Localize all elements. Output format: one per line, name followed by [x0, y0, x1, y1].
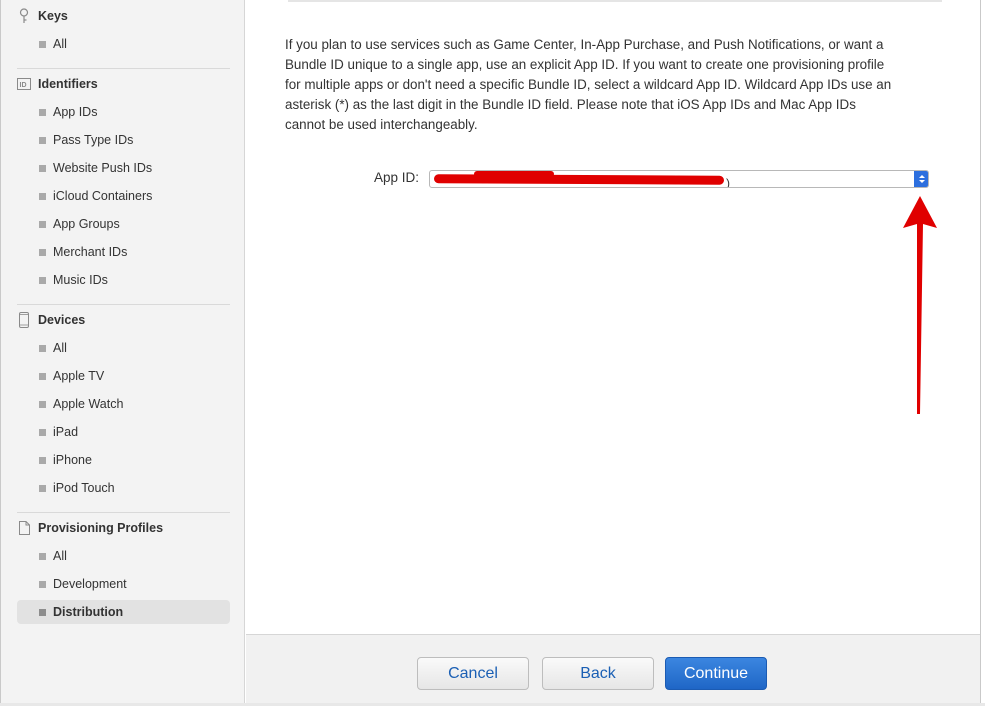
sidebar-section-keys: Keys All	[17, 0, 230, 60]
section-title: Devices	[38, 313, 86, 327]
sidebar-item-label: Merchant IDs	[53, 245, 128, 259]
continue-button[interactable]: Continue	[665, 657, 767, 690]
sidebar-item-keys-all[interactable]: All	[17, 32, 230, 56]
chevron-up-icon	[918, 175, 925, 178]
sidebar-item-label: iPad	[53, 425, 79, 439]
back-button[interactable]: Back	[542, 657, 654, 690]
app-id-value: )	[726, 176, 730, 188]
bullet-icon	[39, 109, 46, 116]
sidebar-item-label: Website Push IDs	[53, 161, 153, 175]
sidebar-item-apple-tv[interactable]: Apple TV	[17, 364, 230, 388]
footer-bar: Cancel Back Continue	[246, 634, 980, 703]
sidebar-item-ipad[interactable]: iPad	[17, 420, 230, 444]
bullet-icon	[39, 345, 46, 352]
sidebar-item-label: Pass Type IDs	[53, 133, 134, 147]
bullet-icon	[39, 373, 46, 380]
top-divider	[288, 0, 942, 2]
section-header-devices[interactable]: Devices	[17, 304, 230, 336]
key-icon	[17, 8, 31, 24]
sidebar-item-label: iPhone	[53, 453, 92, 467]
sidebar-item-label: All	[53, 549, 67, 563]
id-icon: ID	[17, 76, 31, 92]
cancel-button[interactable]: Cancel	[417, 657, 529, 690]
app-id-label: App ID:	[374, 170, 420, 185]
sidebar-item-distribution[interactable]: Distribution	[17, 600, 230, 624]
app-id-select[interactable]: )	[429, 170, 929, 188]
sidebar-item-label: Distribution	[53, 605, 124, 619]
app-id-description: If you plan to use services such as Game…	[285, 37, 892, 132]
bullet-icon	[39, 277, 46, 284]
bullet-icon	[39, 429, 46, 436]
sidebar-item-icloud-containers[interactable]: iCloud Containers	[17, 184, 230, 208]
sidebar-item-label: App Groups	[53, 217, 120, 231]
sidebar-item-label: Apple TV	[53, 369, 105, 383]
section-header-provisioning-profiles[interactable]: Provisioning Profiles	[17, 512, 230, 544]
redaction-mark	[433, 174, 725, 185]
sidebar-item-development[interactable]: Development	[17, 572, 230, 596]
sidebar-item-label: iCloud Containers	[53, 189, 153, 203]
sidebar-item-apple-watch[interactable]: Apple Watch	[17, 392, 230, 416]
sidebar-item-label: App IDs	[53, 105, 98, 119]
bullet-icon	[39, 221, 46, 228]
window-border-right	[980, 0, 981, 706]
device-icon	[17, 312, 31, 328]
sidebar-item-label: Development	[53, 577, 127, 591]
bullet-icon	[39, 41, 46, 48]
sidebar-item-music-ids[interactable]: Music IDs	[17, 268, 230, 292]
sidebar-section-provisioning-profiles: Provisioning Profiles All Development Di…	[17, 512, 230, 628]
svg-text:ID: ID	[20, 82, 27, 89]
annotation-arrow-icon	[903, 196, 937, 414]
sidebar-section-devices: Devices All Apple TV Apple Watch iPad iP…	[17, 304, 230, 504]
section-title: Provisioning Profiles	[38, 521, 164, 535]
sidebar-section-identifiers: ID Identifiers App IDs Pass Type IDs Web…	[17, 68, 230, 296]
select-stepper-icon[interactable]	[914, 171, 928, 187]
bullet-icon	[39, 485, 46, 492]
section-title: Keys	[38, 9, 68, 23]
bullet-icon	[39, 137, 46, 144]
sidebar-item-label: Music IDs	[53, 273, 108, 287]
sidebar-item-website-push-ids[interactable]: Website Push IDs	[17, 156, 230, 180]
sidebar-item-devices-all[interactable]: All	[17, 336, 230, 360]
sidebar-item-profiles-all[interactable]: All	[17, 544, 230, 568]
main-content: If you plan to use services such as Game…	[246, 0, 980, 634]
sidebar: Keys All ID Identifiers App IDs Pass Typ…	[1, 0, 245, 703]
redacted-value	[433, 171, 726, 187]
sidebar-item-iphone[interactable]: iPhone	[17, 448, 230, 472]
document-icon	[17, 520, 31, 536]
section-title: Identifiers	[38, 77, 98, 91]
section-header-identifiers[interactable]: ID Identifiers	[17, 68, 230, 100]
sidebar-item-app-ids[interactable]: App IDs	[17, 100, 230, 124]
sidebar-item-merchant-ids[interactable]: Merchant IDs	[17, 240, 230, 264]
chevron-down-icon	[918, 180, 925, 183]
sidebar-item-pass-type-ids[interactable]: Pass Type IDs	[17, 128, 230, 152]
bullet-icon	[39, 193, 46, 200]
bullet-icon	[39, 553, 46, 560]
bullet-icon	[39, 165, 46, 172]
sidebar-item-label: iPod Touch	[53, 481, 115, 495]
section-header-keys[interactable]: Keys	[17, 0, 230, 32]
bullet-icon	[39, 457, 46, 464]
sidebar-item-app-groups[interactable]: App Groups	[17, 212, 230, 236]
bullet-icon	[39, 401, 46, 408]
sidebar-item-ipod-touch[interactable]: iPod Touch	[17, 476, 230, 500]
bullet-icon	[39, 581, 46, 588]
bullet-icon	[39, 609, 46, 616]
sidebar-item-label: All	[53, 341, 67, 355]
sidebar-item-label: Apple Watch	[53, 397, 124, 411]
bullet-icon	[39, 249, 46, 256]
sidebar-item-label: All	[53, 37, 67, 51]
